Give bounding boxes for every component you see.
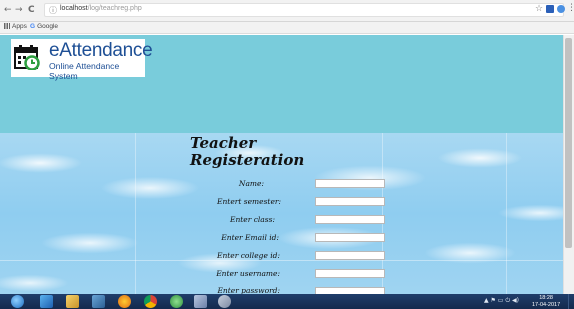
browser-toolbar: ← → C ⓘ localhost/log/teachreg.php ☆ ⋮ bbox=[0, 0, 574, 22]
file-explorer-icon[interactable] bbox=[66, 295, 79, 308]
scrollbar-thumb[interactable] bbox=[565, 38, 572, 248]
bookmarks-bar: Apps G Google bbox=[0, 22, 574, 34]
college-id-label: Enter college id: bbox=[216, 251, 280, 260]
brand-name: eAttendance bbox=[49, 40, 153, 61]
bookmark-star-icon[interactable]: ☆ bbox=[535, 4, 543, 14]
site-header: eAttendance Online Attendance System bbox=[0, 35, 563, 133]
address-bar[interactable]: ⓘ localhost/log/teachreg.php bbox=[44, 3, 564, 17]
page-viewport: eAttendance Online Attendance System Tea… bbox=[0, 35, 563, 294]
logo: eAttendance Online Attendance System bbox=[11, 39, 153, 81]
brand-tagline: Online Attendance System bbox=[49, 61, 120, 81]
username-label: Enter username: bbox=[216, 269, 280, 278]
title-line-2: Registeration bbox=[190, 151, 305, 169]
url-path: /log/teachreg.php bbox=[87, 5, 142, 12]
extension-icon[interactable] bbox=[546, 5, 554, 13]
google-icon: G bbox=[30, 23, 36, 30]
bookmark-google[interactable]: G Google bbox=[30, 23, 58, 30]
password-label: Enter password: bbox=[217, 286, 280, 294]
bookmark-google-label: Google bbox=[37, 23, 59, 30]
page-title: Teacher Registeration bbox=[190, 135, 304, 169]
email-label: Enter Email id: bbox=[221, 233, 279, 242]
class-field[interactable] bbox=[315, 215, 385, 224]
password-field[interactable] bbox=[315, 287, 385, 294]
semester-field[interactable] bbox=[315, 197, 385, 206]
taskbar: ▲ ⚑ ▭ ⏻ ◀) 18:28 17-04-2017 bbox=[0, 294, 574, 309]
semester-label: Entert semester: bbox=[217, 197, 281, 206]
username-field[interactable] bbox=[315, 269, 385, 278]
forward-icon[interactable]: → bbox=[15, 4, 23, 16]
apps-icon bbox=[4, 23, 10, 30]
media-player-icon[interactable] bbox=[92, 295, 105, 308]
address-url[interactable]: localhost/log/teachreg.php bbox=[60, 5, 142, 12]
name-field[interactable] bbox=[315, 179, 385, 188]
reload-icon[interactable]: C bbox=[28, 4, 35, 16]
background-tile-seam bbox=[506, 133, 507, 294]
show-desktop-button[interactable] bbox=[568, 294, 574, 309]
background-tile-seam bbox=[135, 133, 136, 294]
clock-date: 17-04-2017 bbox=[532, 301, 561, 308]
name-label: Name: bbox=[238, 179, 264, 188]
start-button[interactable] bbox=[11, 295, 24, 308]
url-host: localhost bbox=[60, 5, 88, 12]
system-tray-icons[interactable]: ▲ ⚑ ▭ ⏻ ◀) bbox=[484, 297, 519, 305]
internet-explorer-icon[interactable] bbox=[40, 295, 53, 308]
firefox-icon[interactable] bbox=[118, 295, 131, 308]
extension-icon[interactable] bbox=[557, 5, 565, 13]
background-tile-seam bbox=[0, 260, 563, 261]
college-id-field[interactable] bbox=[315, 251, 385, 260]
back-icon[interactable]: ← bbox=[4, 4, 12, 16]
app-icon[interactable] bbox=[218, 295, 231, 308]
title-line-1: Teacher bbox=[190, 134, 257, 152]
bookmark-apps-label: Apps bbox=[12, 23, 27, 30]
bookmark-apps[interactable]: Apps bbox=[4, 23, 27, 30]
chrome-icon[interactable] bbox=[144, 295, 157, 308]
class-label: Enter class: bbox=[229, 215, 275, 224]
app-icon[interactable] bbox=[194, 295, 207, 308]
browser-menu-icon[interactable]: ⋮ bbox=[567, 3, 574, 13]
clock[interactable]: 18:28 17-04-2017 bbox=[532, 295, 560, 308]
calendar-clock-icon bbox=[14, 45, 40, 70]
app-icon[interactable] bbox=[170, 295, 183, 308]
email-field[interactable] bbox=[315, 233, 385, 242]
info-icon[interactable]: ⓘ bbox=[49, 5, 57, 16]
